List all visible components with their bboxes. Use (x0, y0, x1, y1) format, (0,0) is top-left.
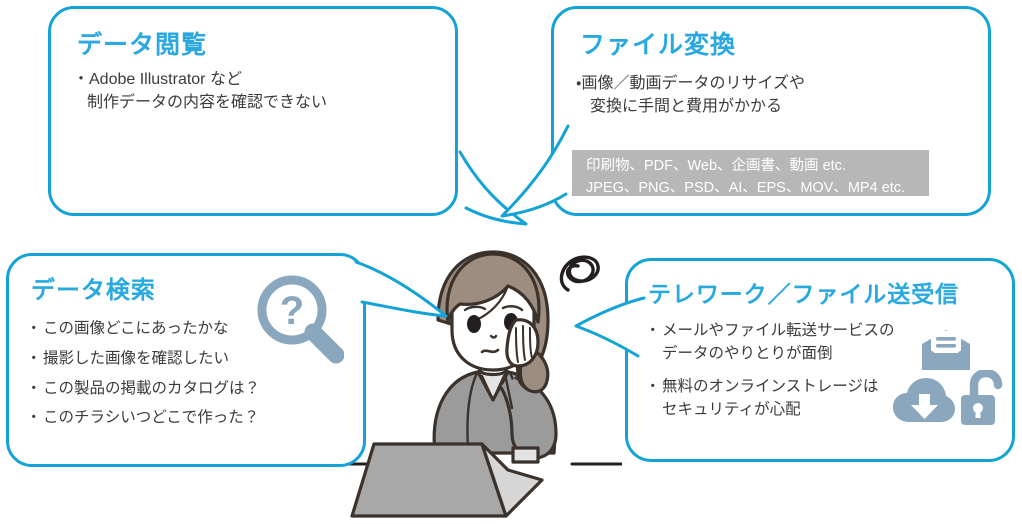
data-search-list: この画像どこにあったかな 撮影した画像を確認したい この製品の掲載のカタログは？… (26, 314, 260, 433)
file-conversion-line-2: 変換に手間と費用がかかる (590, 97, 783, 115)
list-item: 撮影した画像を確認したい (26, 344, 260, 374)
list-item: このチラシいつどこで作った？ (26, 403, 260, 433)
bubble-data-view: データ閲覧 ・Adobe Illustrator など 制作データの内容を確認で… (48, 6, 458, 216)
frustration-scribble-icon (559, 255, 600, 292)
telework-item2-line1: 無料のオンラインストレージは (662, 377, 879, 395)
bubble-title-telework: テレワーク／ファイル送受信 (648, 281, 959, 307)
cloud-download-icon (893, 378, 955, 422)
telework-list: メールやファイル転送サービスの データのやりとりが面倒 無料のオンラインストレー… (645, 319, 895, 430)
formats-banner: 印刷物、PDF、Web、企画書、動画 etc. JPEG、PNG、PSD、AI、… (572, 150, 929, 196)
list-item: 無料のオンラインストレージは セキュリティが心配 (645, 375, 895, 422)
telework-item1-line2: データのやりとりが面倒 (662, 345, 833, 363)
bubble-title-file-conversion: ファイル変換 (580, 31, 737, 59)
open-lock-icon (961, 370, 1003, 425)
infographic-canvas: データ閲覧 ・Adobe Illustrator など 制作データの内容を確認で… (0, 0, 1022, 524)
shirt-cuff (511, 446, 540, 464)
telework-item1-line1: メールやファイル転送サービスの (662, 322, 895, 339)
bubble-body-data-view: ・Adobe Illustrator など 制作データの内容を確認できない (73, 69, 327, 114)
bubble-body-file-conversion: ・画像／動画データのリサイズや 変換に手間と費用がかかる (576, 73, 836, 118)
list-item: メールやファイル転送サービスの データのやりとりが面倒 (645, 319, 895, 366)
magnifier-question-icon: ? (257, 275, 344, 364)
data-view-line-2: 制作データの内容を確認できない (87, 93, 328, 111)
telework-item2-line2: セキュリティが心配 (662, 400, 801, 418)
list-item: この製品の掲載のカタログは？ (26, 374, 260, 404)
data-view-line-1: ・Adobe Illustrator など (73, 71, 242, 88)
list-item: この画像どこにあったかな (26, 314, 260, 344)
bubble-title-data-view: データ閲覧 (77, 31, 208, 59)
file-conversion-line-1: ・画像／動画データのリサイズや (576, 75, 805, 92)
bubble-title-data-search: データ検索 (31, 277, 156, 304)
laptop-screen (350, 442, 508, 518)
email-icon (922, 330, 970, 370)
question-mark-glyph: ? (280, 289, 304, 333)
formats-banner-line-1: 印刷物、PDF、Web、企画書、動画 etc. (586, 158, 846, 174)
left-eye (467, 315, 481, 333)
formats-banner-line-2: JPEG、PNG、PSD、AI、EPS、MOV、MP4 etc. (586, 179, 906, 196)
